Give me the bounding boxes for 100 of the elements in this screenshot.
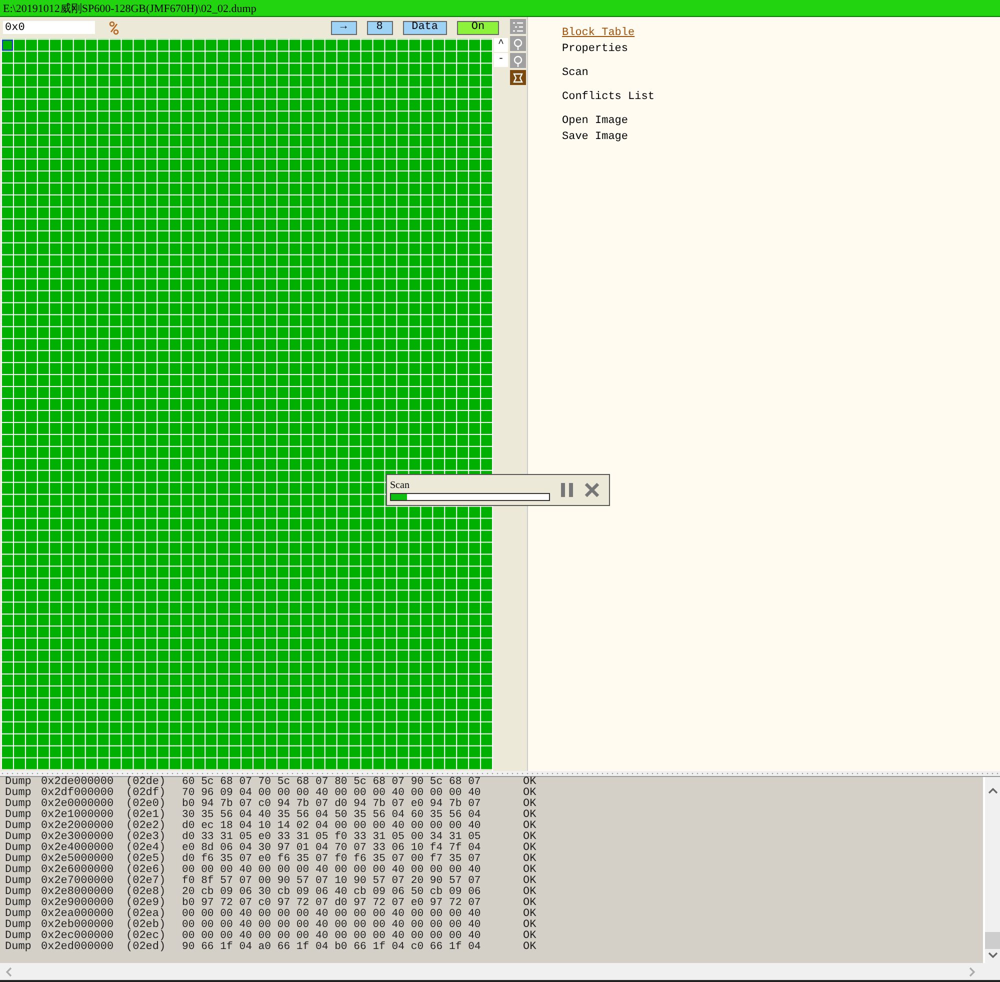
pin-icon[interactable] — [510, 36, 526, 51]
log-operation: Dump — [5, 942, 32, 953]
log-status: OK — [523, 909, 538, 920]
log-operation: Dump — [5, 876, 32, 887]
toggle-button[interactable]: On — [457, 20, 499, 34]
log-status: OK — [523, 821, 538, 832]
log-status: OK — [523, 832, 538, 843]
log-operation: Dump — [5, 843, 32, 854]
log-block-number: (02e5) — [126, 854, 167, 865]
log-block-number: (02e1) — [126, 810, 167, 821]
scroll-right-icon[interactable] — [968, 966, 976, 976]
log-bytes: 00 00 00 40 00 00 00 40 00 00 00 40 00 00 00 40 — [182, 931, 482, 942]
menu-link[interactable]: Save Image — [562, 129, 628, 145]
list-icon[interactable] — [510, 19, 526, 34]
log-address: 0x2ea000000 — [41, 909, 115, 920]
scroll-up-icon[interactable] — [988, 787, 998, 795]
log-block-number: (02e3) — [126, 832, 167, 843]
log-operation: Dump — [5, 865, 32, 876]
vertical-scrollbar[interactable] — [985, 777, 1000, 963]
log-address: 0x2de000000 — [41, 777, 115, 788]
log-address: 0x2e7000000 — [41, 876, 115, 887]
log-block-number: (02e9) — [126, 898, 167, 909]
log-operation: Dump — [5, 788, 32, 799]
toolbar-button[interactable]: Data — [402, 20, 447, 34]
log-address: 0x2e9000000 — [41, 898, 115, 909]
scroll-button[interactable]: ^ — [494, 38, 508, 52]
log-block-number: (02ea) — [126, 909, 167, 920]
log-operation: Dump — [5, 821, 32, 832]
log-bytes: 30 35 56 04 40 35 56 04 50 35 56 04 60 35 56 04 — [182, 810, 482, 821]
splitter-bar[interactable] — [0, 771, 1000, 777]
log-bytes: b0 97 72 07 c0 97 72 07 d0 97 72 07 e0 97 72 07 — [182, 898, 482, 909]
log-block-number: (02e8) — [126, 887, 167, 898]
log-block-number: (02e0) — [126, 799, 167, 810]
log-status: OK — [523, 920, 538, 931]
scroll-down-icon[interactable] — [988, 951, 998, 959]
log-status: OK — [523, 876, 538, 887]
log-block-number: (02ed) — [126, 942, 167, 953]
log-address: 0x2e1000000 — [41, 810, 115, 821]
log-bytes: 20 cb 09 06 30 cb 09 06 40 cb 09 06 50 cb 09 06 — [182, 887, 482, 898]
log-status: OK — [523, 788, 538, 799]
log-address: 0x2e3000000 — [41, 832, 115, 843]
log-address: 0x2ed000000 — [41, 942, 115, 953]
log-bytes: 00 00 00 40 00 00 00 40 00 00 00 40 00 00 00 40 — [182, 909, 482, 920]
log-operation: Dump — [5, 777, 32, 788]
log-block-number: (02e4) — [126, 843, 167, 854]
log-block-number: (02eb) — [126, 920, 167, 931]
log-operation: Dump — [5, 854, 32, 865]
log-status: OK — [523, 898, 538, 909]
log-operation: Dump — [5, 931, 32, 942]
log-status: OK — [523, 887, 538, 898]
log-bytes: 00 00 00 40 00 00 00 40 00 00 00 40 00 00 00 40 — [182, 920, 482, 931]
log-operation: Dump — [5, 810, 32, 821]
log-bytes: 70 96 09 04 00 00 00 40 00 00 00 40 00 00 00 40 — [182, 788, 482, 799]
log-bytes: b0 94 7b 07 c0 94 7b 07 d0 94 7b 07 e0 94 7b 07 — [182, 799, 482, 810]
log-status: OK — [523, 865, 538, 876]
log-status: OK — [523, 810, 538, 821]
log-operation: Dump — [5, 832, 32, 843]
log-address: 0x2e6000000 — [41, 865, 115, 876]
log-status: OK — [523, 777, 538, 788]
log-address: 0x2e0000000 — [41, 799, 115, 810]
toolbar-button[interactable]: → — [330, 20, 357, 34]
scroll-button[interactable]: - — [494, 53, 508, 67]
log-block-number: (02de) — [126, 777, 167, 788]
log-status: OK — [523, 799, 538, 810]
log-operation: Dump — [5, 887, 32, 898]
log-operation: Dump — [5, 920, 32, 931]
log-address: 0x2df000000 — [41, 788, 115, 799]
log-bytes: d0 33 31 05 e0 33 31 05 f0 33 31 05 00 34 31 05 — [182, 832, 482, 843]
popup-title: Scan — [390, 480, 410, 490]
log-operation: Dump — [5, 799, 32, 810]
window-title: E:\20191012威刚SP600-128GB(JMF670H)\02_02.dump — [3, 2, 256, 16]
close-icon[interactable] — [584, 482, 600, 498]
log-block-number: (02df) — [126, 788, 167, 799]
block-grid[interactable] — [1, 38, 492, 770]
menu-link[interactable]: Block Table — [562, 25, 635, 41]
log-bytes: d0 ec 18 04 10 14 02 04 00 00 00 40 00 00 00 40 — [182, 821, 482, 832]
log-operation: Dump — [5, 909, 32, 920]
log-address: 0x2e8000000 — [41, 887, 115, 898]
log-bytes: f0 8f 57 07 00 90 57 07 10 90 57 07 20 90 57 07 — [182, 876, 482, 887]
log-address: 0x2ec000000 — [41, 931, 115, 942]
address-field[interactable]: 0x0 — [3, 21, 95, 34]
pause-icon[interactable] — [560, 482, 574, 498]
scroll-left-icon[interactable] — [5, 966, 13, 976]
menu-link[interactable]: Conflicts List — [562, 89, 654, 105]
toolbar-button[interactable]: 8 — [366, 20, 393, 34]
log-block-number: (02e7) — [126, 876, 167, 887]
log-status: OK — [523, 854, 538, 865]
log-address: 0x2e4000000 — [41, 843, 115, 854]
log-status: OK — [523, 843, 538, 854]
log-address: 0x2e2000000 — [41, 821, 115, 832]
log-address: 0x2eb000000 — [41, 920, 115, 931]
horizontal-scrollbar[interactable] — [0, 963, 1000, 982]
menu-link[interactable]: Properties — [562, 41, 628, 57]
menu-link[interactable]: Open Image — [562, 113, 628, 129]
log-status: OK — [523, 931, 538, 942]
menu-link[interactable]: Scan — [562, 65, 588, 81]
scrollbar-thumb[interactable] — [985, 932, 1000, 949]
log-status: OK — [523, 942, 538, 953]
log-block-number: (02ec) — [126, 931, 167, 942]
log-block-number: (02e6) — [126, 865, 167, 876]
